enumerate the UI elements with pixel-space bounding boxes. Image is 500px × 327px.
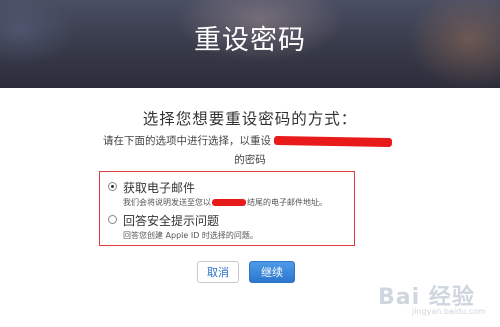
instruction-text: 请在下面的选项中进行选择，以重设 [103,133,393,148]
option-email-description: 我们会将说明发送至您以 结尾的电子邮件地址。 [123,197,327,208]
page-title: 重设密码 [194,25,306,56]
option-email-label[interactable]: 获取电子邮件 [123,179,195,196]
reset-options-group: 获取电子邮件 我们会将说明发送至您以 结尾的电子邮件地址。 回答安全提示问题 回答… [99,171,355,246]
instruction-prefix: 请在下面的选项中进行选择，以重设 [103,135,271,147]
option-email-desc-prefix: 我们会将说明发送至您以 [123,198,211,207]
header-banner: 重设密码 [0,0,500,88]
redacted-apple-id [273,135,393,147]
option-security-label[interactable]: 回答安全提示问题 [123,212,219,229]
baidu-jingyan-watermark: Bai 经验 jingyan.baidu.com [378,279,496,323]
cancel-button[interactable]: 取消 [197,261,239,283]
email-radio[interactable] [108,182,117,191]
reset-method-heading: 选择您想要重设密码的方式： [142,110,358,128]
security-questions-radio[interactable] [108,215,117,224]
redacted-email-ending [212,199,246,206]
watermark-url: jingyan.baidu.com [412,307,486,316]
option-email-desc-suffix: 结尾的电子邮件地址。 [247,198,327,207]
option-security-description: 回答您创建 Apple ID 时选择的问题。 [123,231,258,240]
continue-button[interactable]: 继续 [249,261,295,283]
instruction-suffix: 的密码 [234,154,266,166]
